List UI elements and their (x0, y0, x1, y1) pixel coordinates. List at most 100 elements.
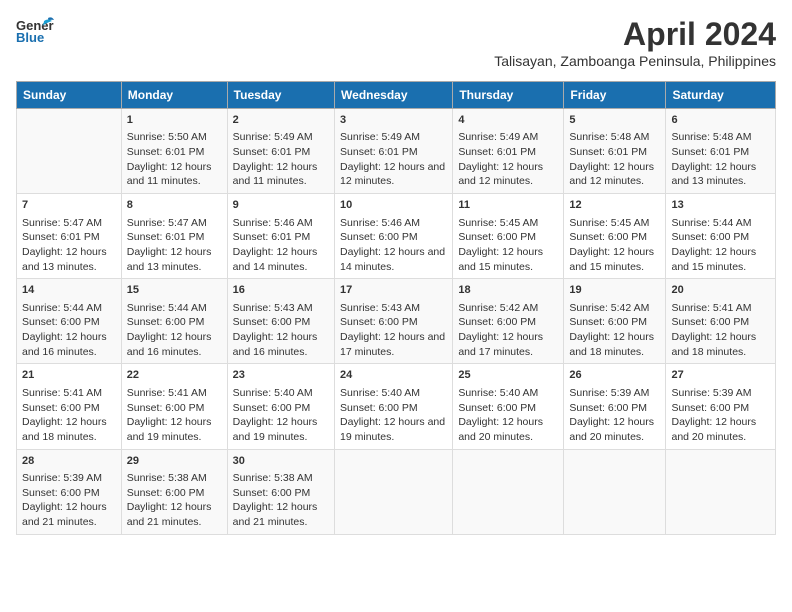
calendar-cell: 7Sunrise: 5:47 AMSunset: 6:01 PMDaylight… (17, 194, 122, 279)
cell-info-line: Sunrise: 5:40 AM (458, 386, 558, 401)
calendar-cell: 30Sunrise: 5:38 AMSunset: 6:00 PMDayligh… (227, 449, 334, 534)
cell-info-line: Sunrise: 5:49 AM (458, 130, 558, 145)
calendar-cell (335, 449, 453, 534)
calendar-week-row: 1Sunrise: 5:50 AMSunset: 6:01 PMDaylight… (17, 109, 776, 194)
cell-info-line: Daylight: 12 hours and 17 minutes. (458, 330, 558, 359)
cell-info-line: Sunset: 6:00 PM (127, 486, 222, 501)
day-of-week-header: Saturday (666, 82, 776, 109)
day-number: 20 (671, 283, 770, 298)
logo-bird-icon: General Blue (16, 16, 54, 44)
calendar-cell: 4Sunrise: 5:49 AMSunset: 6:01 PMDaylight… (453, 109, 564, 194)
calendar-cell (666, 449, 776, 534)
calendar-cell (17, 109, 122, 194)
cell-info-line: Sunset: 6:00 PM (340, 315, 447, 330)
day-number: 24 (340, 368, 447, 383)
cell-info-line: Sunrise: 5:42 AM (569, 301, 660, 316)
day-number: 9 (233, 198, 329, 213)
calendar-cell: 25Sunrise: 5:40 AMSunset: 6:00 PMDayligh… (453, 364, 564, 449)
calendar-cell: 14Sunrise: 5:44 AMSunset: 6:00 PMDayligh… (17, 279, 122, 364)
day-of-week-header: Monday (121, 82, 227, 109)
cell-info-line: Sunrise: 5:38 AM (233, 471, 329, 486)
cell-info-line: Daylight: 12 hours and 19 minutes. (340, 415, 447, 444)
cell-info-line: Sunset: 6:01 PM (671, 145, 770, 160)
cell-info-line: Sunset: 6:01 PM (127, 230, 222, 245)
cell-info-line: Daylight: 12 hours and 12 minutes. (458, 160, 558, 189)
day-number: 11 (458, 198, 558, 213)
cell-info-line: Daylight: 12 hours and 20 minutes. (458, 415, 558, 444)
cell-info-line: Daylight: 12 hours and 15 minutes. (671, 245, 770, 274)
cell-info-line: Daylight: 12 hours and 19 minutes. (233, 415, 329, 444)
cell-info-line: Sunset: 6:00 PM (569, 315, 660, 330)
cell-info-line: Sunrise: 5:42 AM (458, 301, 558, 316)
logo: General Blue (16, 16, 54, 44)
calendar-cell: 11Sunrise: 5:45 AMSunset: 6:00 PMDayligh… (453, 194, 564, 279)
calendar-cell: 18Sunrise: 5:42 AMSunset: 6:00 PMDayligh… (453, 279, 564, 364)
cell-info-line: Daylight: 12 hours and 11 minutes. (127, 160, 222, 189)
cell-info-line: Daylight: 12 hours and 16 minutes. (233, 330, 329, 359)
cell-info-line: Sunset: 6:01 PM (233, 230, 329, 245)
calendar-cell: 20Sunrise: 5:41 AMSunset: 6:00 PMDayligh… (666, 279, 776, 364)
calendar-cell: 2Sunrise: 5:49 AMSunset: 6:01 PMDaylight… (227, 109, 334, 194)
calendar-cell: 24Sunrise: 5:40 AMSunset: 6:00 PMDayligh… (335, 364, 453, 449)
cell-info-line: Daylight: 12 hours and 21 minutes. (127, 500, 222, 529)
cell-info-line: Daylight: 12 hours and 18 minutes. (22, 415, 116, 444)
calendar-cell: 21Sunrise: 5:41 AMSunset: 6:00 PMDayligh… (17, 364, 122, 449)
cell-info-line: Sunrise: 5:48 AM (569, 130, 660, 145)
cell-info-line: Sunset: 6:00 PM (569, 230, 660, 245)
cell-info-line: Daylight: 12 hours and 12 minutes. (340, 160, 447, 189)
calendar-cell: 23Sunrise: 5:40 AMSunset: 6:00 PMDayligh… (227, 364, 334, 449)
cell-info-line: Daylight: 12 hours and 14 minutes. (233, 245, 329, 274)
cell-info-line: Sunset: 6:00 PM (671, 401, 770, 416)
cell-info-line: Sunrise: 5:49 AM (340, 130, 447, 145)
calendar-header-row: SundayMondayTuesdayWednesdayThursdayFrid… (17, 82, 776, 109)
calendar-cell: 17Sunrise: 5:43 AMSunset: 6:00 PMDayligh… (335, 279, 453, 364)
cell-info-line: Sunrise: 5:50 AM (127, 130, 222, 145)
day-number: 12 (569, 198, 660, 213)
cell-info-line: Sunset: 6:00 PM (569, 401, 660, 416)
cell-info-line: Sunset: 6:00 PM (671, 230, 770, 245)
day-number: 28 (22, 454, 116, 469)
cell-info-line: Sunset: 6:00 PM (340, 230, 447, 245)
calendar-cell: 19Sunrise: 5:42 AMSunset: 6:00 PMDayligh… (564, 279, 666, 364)
calendar-cell: 13Sunrise: 5:44 AMSunset: 6:00 PMDayligh… (666, 194, 776, 279)
day-number: 25 (458, 368, 558, 383)
page-header: General Blue April 2024 Talisayan, Zambo… (16, 16, 776, 69)
calendar-week-row: 21Sunrise: 5:41 AMSunset: 6:00 PMDayligh… (17, 364, 776, 449)
cell-info-line: Daylight: 12 hours and 20 minutes. (569, 415, 660, 444)
day-number: 13 (671, 198, 770, 213)
calendar-cell: 29Sunrise: 5:38 AMSunset: 6:00 PMDayligh… (121, 449, 227, 534)
day-number: 18 (458, 283, 558, 298)
cell-info-line: Sunrise: 5:48 AM (671, 130, 770, 145)
cell-info-line: Sunset: 6:00 PM (233, 401, 329, 416)
day-number: 5 (569, 113, 660, 128)
cell-info-line: Daylight: 12 hours and 13 minutes. (22, 245, 116, 274)
day-number: 2 (233, 113, 329, 128)
day-number: 1 (127, 113, 222, 128)
cell-info-line: Sunset: 6:01 PM (127, 145, 222, 160)
cell-info-line: Sunrise: 5:39 AM (569, 386, 660, 401)
calendar-cell: 8Sunrise: 5:47 AMSunset: 6:01 PMDaylight… (121, 194, 227, 279)
cell-info-line: Daylight: 12 hours and 19 minutes. (127, 415, 222, 444)
day-number: 8 (127, 198, 222, 213)
cell-info-line: Daylight: 12 hours and 17 minutes. (340, 330, 447, 359)
cell-info-line: Sunrise: 5:39 AM (22, 471, 116, 486)
cell-info-line: Daylight: 12 hours and 21 minutes. (22, 500, 116, 529)
cell-info-line: Sunset: 6:01 PM (233, 145, 329, 160)
cell-info-line: Sunrise: 5:45 AM (458, 216, 558, 231)
day-of-week-header: Thursday (453, 82, 564, 109)
cell-info-line: Sunrise: 5:44 AM (22, 301, 116, 316)
cell-info-line: Sunset: 6:00 PM (22, 486, 116, 501)
cell-info-line: Sunrise: 5:38 AM (127, 471, 222, 486)
calendar-week-row: 28Sunrise: 5:39 AMSunset: 6:00 PMDayligh… (17, 449, 776, 534)
day-number: 30 (233, 454, 329, 469)
calendar-subtitle: Talisayan, Zamboanga Peninsula, Philippi… (494, 53, 776, 69)
calendar-cell: 22Sunrise: 5:41 AMSunset: 6:00 PMDayligh… (121, 364, 227, 449)
cell-info-line: Daylight: 12 hours and 13 minutes. (671, 160, 770, 189)
calendar-cell: 28 Sunrise: 5:39 AMSunset: 6:00 PMDayligh… (17, 449, 122, 534)
cell-info-line: Sunset: 6:00 PM (458, 230, 558, 245)
cell-info-line: Sunrise: 5:41 AM (127, 386, 222, 401)
cell-info-line: Sunset: 6:00 PM (22, 315, 116, 330)
cell-info-line: Daylight: 12 hours and 18 minutes. (671, 330, 770, 359)
cell-info-line: Sunrise: 5:46 AM (233, 216, 329, 231)
cell-info-line: Sunrise: 5:43 AM (233, 301, 329, 316)
